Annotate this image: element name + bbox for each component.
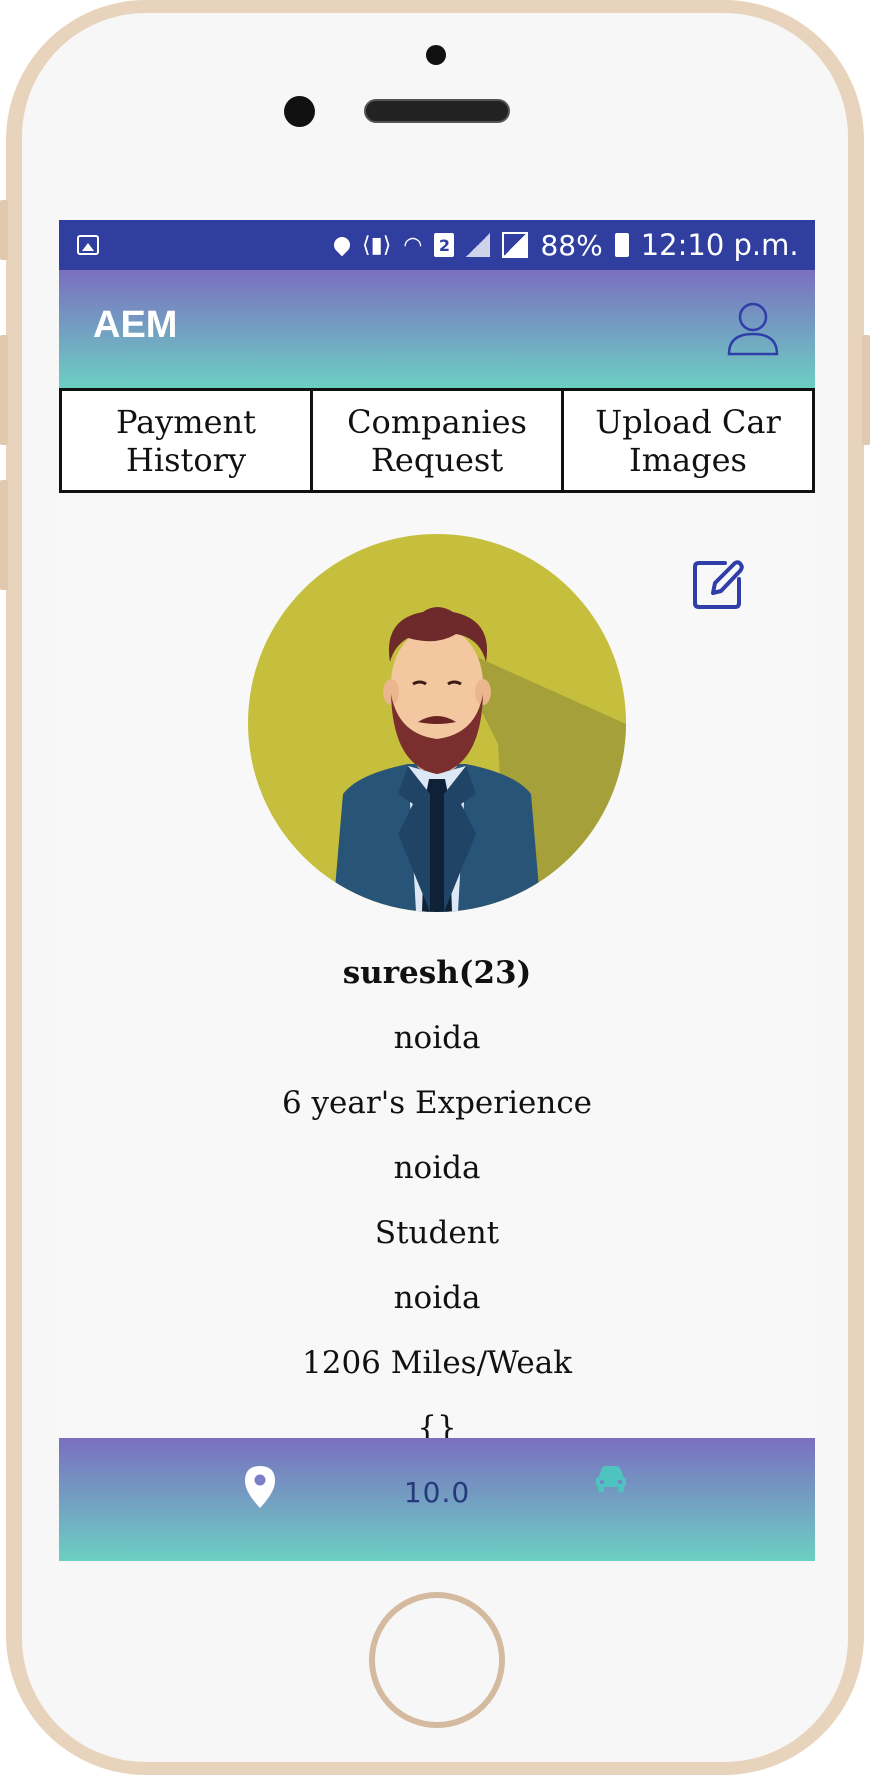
avatar [248,534,626,912]
avatar-illustration [333,607,626,912]
gallery-icon [77,235,99,255]
signal-icon [502,232,529,258]
wifi-icon: ◠ [403,232,423,258]
profile-experience: 6 year's Experience [281,1085,593,1121]
volume-button [0,480,8,590]
tab-bar: Payment History Companies Request Upload… [59,388,815,493]
edit-icon[interactable] [691,557,745,611]
power-button [862,335,870,445]
rating-value: 10.0 [403,1476,471,1509]
user-icon[interactable] [726,300,780,356]
profile-distance: 1206 Miles/Weak [302,1345,572,1381]
profile-location: noida [393,1020,481,1056]
location-icon[interactable] [243,1464,277,1510]
status-bar: ⟨▮⟩ ◠ 2 88% 12:10 p.m. [59,220,815,270]
location-icon [330,233,354,257]
app-title: AEM [93,304,178,346]
clock: 12:10 p.m. [640,228,799,262]
volume-button [0,335,8,445]
car-icon[interactable] [594,1464,628,1494]
profile-location: noida [393,1150,481,1186]
volume-button [0,200,8,260]
home-button[interactable] [369,1592,505,1728]
signal-icon [466,233,491,257]
screen: ⟨▮⟩ ◠ 2 88% 12:10 p.m. AEM Payment Histo… [59,220,815,1561]
vibrate-icon: ⟨▮⟩ [362,232,392,258]
tab-payment-history[interactable]: Payment History [59,388,313,493]
tab-upload-car-images[interactable]: Upload Car Images [561,388,815,493]
sim-icon: 2 [434,233,455,257]
front-camera [284,96,315,127]
profile-location: noida [393,1280,481,1316]
app-bar: AEM [59,270,815,388]
tab-companies-request[interactable]: Companies Request [310,388,564,493]
profile-occupation: Student [374,1215,500,1251]
battery-percentage: 88% [540,228,603,262]
battery-icon [614,233,629,257]
profile-details: suresh(23) noida 6 year's Experience noi… [59,948,815,1468]
sensor-dot [426,45,446,65]
bottom-bar: 10.0 [59,1438,815,1561]
profile-name: suresh(23) [342,955,532,991]
earpiece [364,99,510,123]
